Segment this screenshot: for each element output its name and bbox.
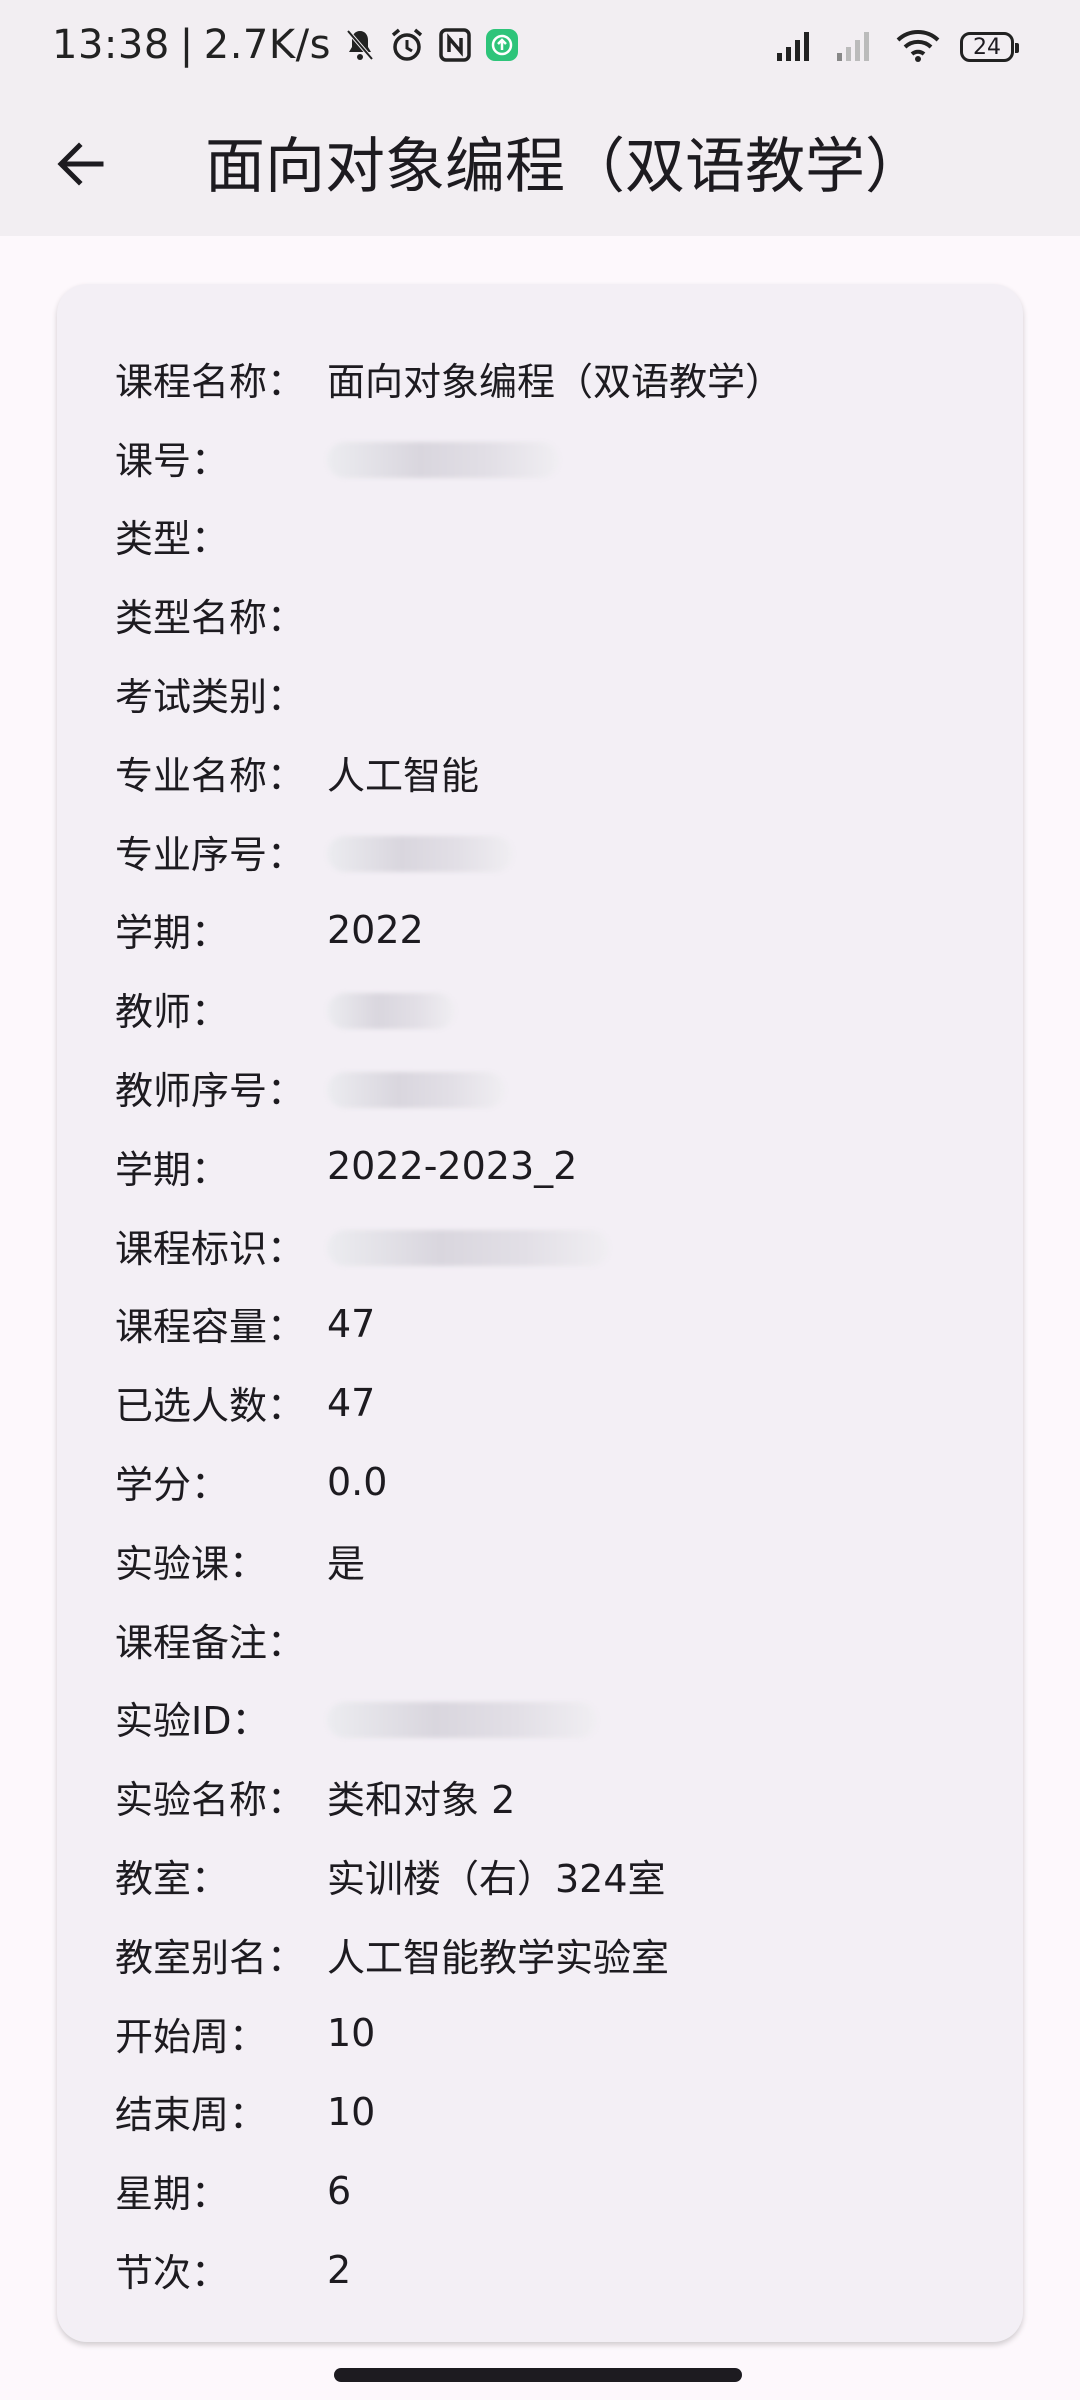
detail-row: 教师序号： <box>115 1048 783 1127</box>
status-right: 24 <box>776 28 1019 66</box>
detail-label: 专业名称： <box>115 753 306 798</box>
detail-label: 类型： <box>115 517 230 562</box>
detail-value: 10 <box>327 2089 376 2134</box>
detail-row: 学期： 2022 <box>115 891 783 970</box>
detail-label: 结束周： <box>115 2093 268 2138</box>
detail-row: 专业名称： 人工智能 <box>115 733 783 812</box>
detail-label: 教室别名： <box>115 1935 306 1980</box>
detail-value <box>327 987 455 1031</box>
wifi-icon <box>896 28 940 66</box>
arrow-left-icon <box>57 142 104 186</box>
detail-row: 考试类别： <box>115 654 783 733</box>
detail-value: 是 <box>327 1541 366 1586</box>
detail-label: 学期： <box>115 911 230 956</box>
detail-value <box>327 1223 609 1267</box>
detail-row: 类型名称： <box>115 575 783 654</box>
detail-row: 实验名称： 类和对象 2 <box>115 1757 783 1836</box>
course-detail-card: 课程名称： 面向对象编程（双语教学） 课号： 类型： 类型名称： 考试类别： 专业名称： 人工… <box>57 284 1023 2342</box>
detail-value: 实训楼（右）324室 <box>327 1857 666 1902</box>
detail-value: 2 <box>327 2247 352 2292</box>
detail-label: 教师： <box>115 990 230 1035</box>
nfc-icon <box>439 28 471 62</box>
home-indicator[interactable] <box>334 2368 742 2382</box>
detail-row: 教师： <box>115 969 783 1048</box>
detail-value: 类和对象 2 <box>327 1778 516 1823</box>
detail-row: 实验课： 是 <box>115 1521 783 1600</box>
clock: 13:38 <box>52 22 170 68</box>
detail-row: 类型： <box>115 497 783 576</box>
detail-row: 节次： 2 <box>115 2230 783 2309</box>
detail-row: 学期： 2022-2023_2 <box>115 1127 783 1206</box>
detail-value: 0.0 <box>327 1459 388 1504</box>
detail-value <box>327 829 513 873</box>
redacted-value <box>327 441 559 478</box>
detail-label: 学分： <box>115 1463 230 1508</box>
detail-label: 类型名称： <box>115 596 306 641</box>
detail-label: 课程名称： <box>115 359 306 404</box>
detail-value: 47 <box>327 1380 376 1425</box>
battery-icon: 24 <box>960 32 1019 62</box>
detail-label: 实验ID： <box>115 1699 270 1744</box>
redacted-value <box>327 993 455 1030</box>
detail-row: 课号： <box>115 418 783 497</box>
redacted-value <box>327 835 513 872</box>
detail-label: 课号： <box>115 438 230 483</box>
detail-row: 专业序号： <box>115 812 783 891</box>
redacted-value <box>327 1229 609 1266</box>
page-title: 面向对象编程（双语教学） <box>205 132 925 202</box>
detail-label: 课程容量： <box>115 1305 306 1350</box>
detail-row: 教室别名： 人工智能教学实验室 <box>115 1915 783 1994</box>
detail-value: 2022 <box>327 907 424 952</box>
battery-level: 24 <box>973 34 1001 60</box>
network-speed: 2.7K/s <box>203 22 331 68</box>
detail-value: 2022-2023_2 <box>327 1144 578 1189</box>
detail-row: 学分： 0.0 <box>115 1442 783 1521</box>
detail-label: 教师序号： <box>115 1069 306 1114</box>
detail-value <box>327 1066 505 1110</box>
detail-row: 开始周： 10 <box>115 1994 783 2073</box>
app-notification-icon <box>485 28 519 62</box>
detail-row: 实验ID： <box>115 1679 783 1758</box>
detail-label: 实验课： <box>115 1541 268 1586</box>
detail-label: 节次： <box>115 2251 230 2296</box>
detail-label: 星期： <box>115 2172 230 2217</box>
detail-list: 课程名称： 面向对象编程（双语教学） 课号： 类型： 类型名称： 考试类别： 专业名称： 人工… <box>115 339 783 2309</box>
detail-label: 考试类别： <box>115 675 306 720</box>
detail-label: 开始周： <box>115 2014 268 2059</box>
detail-row: 已选人数： 47 <box>115 1363 783 1442</box>
app-bar: 面向对象编程（双语教学） <box>0 96 1080 236</box>
detail-label: 实验名称： <box>115 1778 306 1823</box>
detail-label: 教室： <box>115 1857 230 1902</box>
detail-row: 结束周： 10 <box>115 2073 783 2152</box>
detail-value <box>327 435 559 479</box>
back-button[interactable] <box>40 124 120 204</box>
detail-value: 10 <box>327 2011 376 2056</box>
redacted-value <box>327 1702 597 1739</box>
mute-icon <box>345 28 375 62</box>
detail-row: 课程备注： <box>115 1600 783 1679</box>
signal-weak-icon <box>836 29 876 65</box>
status-left: 13:38 | 2.7K/s <box>52 22 519 68</box>
detail-label: 课程标识： <box>115 1226 306 1271</box>
detail-value: 人工智能教学实验室 <box>327 1935 670 1980</box>
alarm-icon <box>389 27 425 63</box>
detail-value: 面向对象编程（双语教学） <box>327 359 784 404</box>
status-bar: 13:38 | 2.7K/s 24 <box>0 0 1080 96</box>
detail-value: 47 <box>327 1301 376 1346</box>
redacted-value <box>327 1072 505 1109</box>
signal-icon <box>776 29 816 65</box>
status-separator: | <box>179 22 194 68</box>
detail-row: 课程容量： 47 <box>115 1285 783 1364</box>
detail-label: 课程备注： <box>115 1620 306 1665</box>
detail-value: 人工智能 <box>327 753 480 798</box>
detail-row: 课程标识： <box>115 1206 783 1285</box>
detail-label: 学期： <box>115 1147 230 1192</box>
detail-value <box>327 1696 597 1740</box>
detail-label: 专业序号： <box>115 832 306 877</box>
detail-row: 星期： 6 <box>115 2151 783 2230</box>
detail-label: 已选人数： <box>115 1384 306 1429</box>
detail-row: 教室： 实训楼（右）324室 <box>115 1836 783 1915</box>
detail-value: 6 <box>327 2168 352 2213</box>
detail-row: 课程名称： 面向对象编程（双语教学） <box>115 339 783 418</box>
